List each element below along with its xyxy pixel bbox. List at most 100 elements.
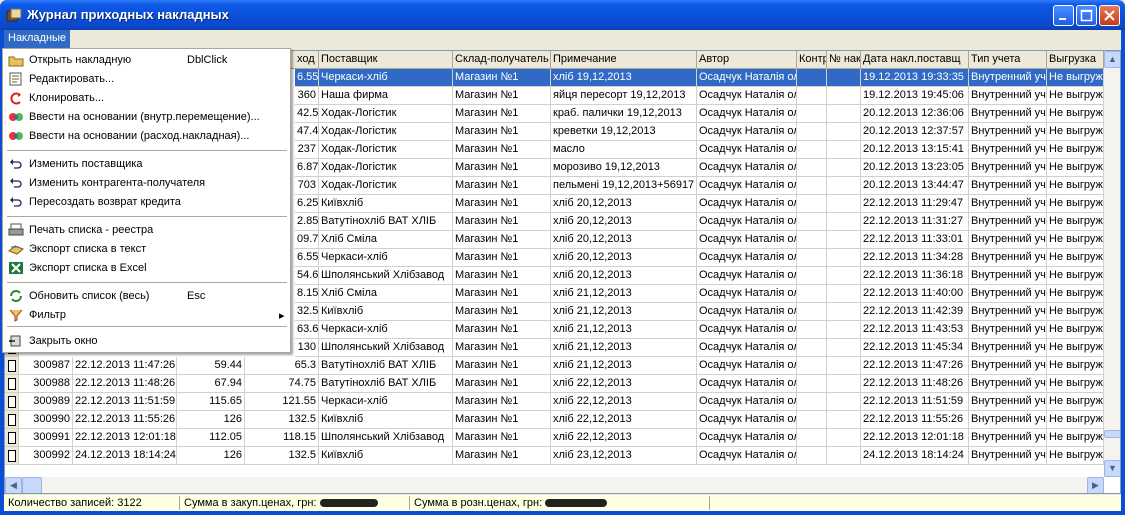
cell-author: Осадчук Наталія ол (697, 177, 797, 195)
menu-item[interactable]: Печать списка - реестра (3, 221, 290, 240)
cell-sum: 115.65 (177, 393, 245, 411)
cell-author: Осадчук Наталія ол (697, 321, 797, 339)
cell-author: Осадчук Наталія ол (697, 69, 797, 87)
cell-account-type: Внутренний уче (969, 393, 1047, 411)
table-row[interactable]: 300989 22.12.2013 11:51:59 115.65 121.55 Чер… (5, 393, 1105, 411)
cell-contr (797, 249, 827, 267)
row-indicator[interactable] (5, 411, 19, 429)
close-button[interactable] (1099, 5, 1120, 26)
cell-account-type: Внутренний уче (969, 195, 1047, 213)
menu-item[interactable]: Редактировать... (3, 70, 290, 89)
app-window: Журнал приходных накладных Накладные №Да… (0, 0, 1125, 515)
column-header[interactable]: Выгрузка (1047, 51, 1104, 69)
table-row[interactable]: 300987 22.12.2013 11:47:26 59.44 65.3 Ватуті… (5, 357, 1105, 375)
row-indicator-box (8, 378, 16, 390)
menu-nakladnye[interactable]: Накладные (4, 30, 71, 48)
cell-income: 8.15 (295, 285, 319, 303)
column-header[interactable]: ход (295, 51, 319, 69)
row-indicator-box (8, 360, 16, 372)
cell-account-type: Внутренний уче (969, 447, 1047, 465)
cell-note: хліб 20,12,2013 (551, 267, 697, 285)
column-header[interactable]: № нак (827, 51, 861, 69)
cell-supplier: Ходак-Логістик (319, 177, 453, 195)
menu-item[interactable]: Клонировать... (3, 89, 290, 108)
cell-contr (797, 429, 827, 447)
menu-item[interactable]: Изменить поставщика (3, 155, 290, 174)
cell-author: Осадчук Наталія ол (697, 285, 797, 303)
menu-item[interactable]: Ввести на основании (расход.накладная)..… (3, 127, 290, 146)
vertical-scrollbar[interactable]: ▲ ▼ (1104, 51, 1120, 477)
cell-warehouse: Магазин №1 (453, 303, 551, 321)
cell-income: 6.55 (295, 69, 319, 87)
cell-export: Не выгруж (1047, 411, 1104, 429)
menu-item[interactable]: Фильтр ▸ (3, 306, 290, 325)
menu-item[interactable]: Обновить список (весь) Esc (3, 287, 290, 306)
cell-note: хліб 19,12,2013 (551, 69, 697, 87)
clone-icon (10, 92, 21, 105)
menu-separator (7, 216, 287, 217)
column-header[interactable]: Примечание (551, 51, 697, 69)
scroll-left-button[interactable]: ◀ (5, 477, 22, 493)
menu-item[interactable]: Изменить контрагента-получателя (3, 174, 290, 193)
cell-supplier-date: 22.12.2013 11:42:39 (861, 303, 969, 321)
scroll-thumb[interactable] (1104, 430, 1120, 438)
menu-item-label: Изменить контрагента-получателя (29, 177, 206, 189)
column-header[interactable]: Поставщик (319, 51, 453, 69)
table-row[interactable]: 300992 24.12.2013 18:14:24 126 132.5 Київхлі… (5, 447, 1105, 465)
cell-invoice-no (827, 375, 861, 393)
menu-item-label: Ввести на основании (расход.накладная)..… (29, 130, 250, 142)
cell-note: хліб 23,12,2013 (551, 447, 697, 465)
maximize-button[interactable] (1076, 5, 1097, 26)
cell-contr (797, 411, 827, 429)
menu-item[interactable]: Пересоздать возврат кредита (3, 193, 290, 212)
cell-income: 54.6 (295, 267, 319, 285)
table-row[interactable]: 300990 22.12.2013 11:55:26 126 132.5 Київхлі… (5, 411, 1105, 429)
cell-note: хліб 21,12,2013 (551, 303, 697, 321)
cell-invoice-no (827, 321, 861, 339)
cell-income: 65.3 (245, 357, 319, 375)
cell-note: хліб 22,12,2013 (551, 375, 697, 393)
row-indicator[interactable] (5, 375, 19, 393)
cell-export: Не выгруж (1047, 195, 1104, 213)
cell-author: Осадчук Наталія ол (697, 339, 797, 357)
cell-income: 2.85 (295, 213, 319, 231)
column-header[interactable]: Склад-получатель (453, 51, 551, 69)
close-icon (1104, 10, 1115, 21)
minimize-button[interactable] (1053, 5, 1074, 26)
cell-note: хліб 21,12,2013 (551, 321, 697, 339)
table-row[interactable]: 300991 22.12.2013 12:01:18 112.05 118.15 Шпо… (5, 429, 1105, 447)
record-count: Количество записей: 3122 (8, 497, 142, 509)
column-header[interactable]: Контр (797, 51, 827, 69)
scroll-right-button[interactable]: ▶ (1087, 477, 1104, 493)
menu-item[interactable]: Открыть накладную DblClick (3, 51, 290, 70)
row-indicator[interactable] (5, 429, 19, 447)
menu-item-label: Открыть накладную (29, 54, 132, 66)
scroll-down-button[interactable]: ▼ (1104, 460, 1120, 477)
row-indicator[interactable] (5, 393, 19, 411)
row-indicator[interactable] (5, 447, 19, 465)
horizontal-scrollbar[interactable]: ◀ ▶ (5, 477, 1104, 493)
column-header[interactable]: Дата накл.поставщ (861, 51, 969, 69)
horizontal-scroll-thumb[interactable] (22, 477, 42, 493)
cell-supplier-date: 19.12.2013 19:33:35 (861, 69, 969, 87)
cell-export: Не выгруж (1047, 87, 1104, 105)
cell-sum: 126 (177, 411, 245, 429)
maximize-icon (1080, 9, 1093, 22)
menu-item[interactable]: Экспорт списка в текст (3, 240, 290, 259)
cell-supplier: Шполянський Хлібзавод (319, 429, 453, 447)
scroll-up-button[interactable]: ▲ (1104, 51, 1120, 68)
cell-warehouse: Магазин №1 (453, 105, 551, 123)
cell-contr (797, 195, 827, 213)
menu-item[interactable]: Закрыть окно (3, 332, 290, 351)
table-row[interactable]: 300988 22.12.2013 11:48:26 67.94 74.75 Ватут… (5, 375, 1105, 393)
menu-item-shortcut: DblClick (187, 54, 228, 66)
row-indicator[interactable] (5, 357, 19, 375)
column-header[interactable]: Автор (697, 51, 797, 69)
column-header[interactable]: Тип учета (969, 51, 1047, 69)
title-bar[interactable]: Журнал приходных накладных (0, 0, 1125, 30)
cell-datetime: 22.12.2013 11:55:26 (73, 411, 177, 429)
cell-warehouse: Магазин №1 (453, 249, 551, 267)
menu-item[interactable]: Экспорт списка в Excel (3, 259, 290, 278)
menu-item[interactable]: Ввести на основании (внутр.перемещение).… (3, 108, 290, 127)
cell-contr (797, 177, 827, 195)
